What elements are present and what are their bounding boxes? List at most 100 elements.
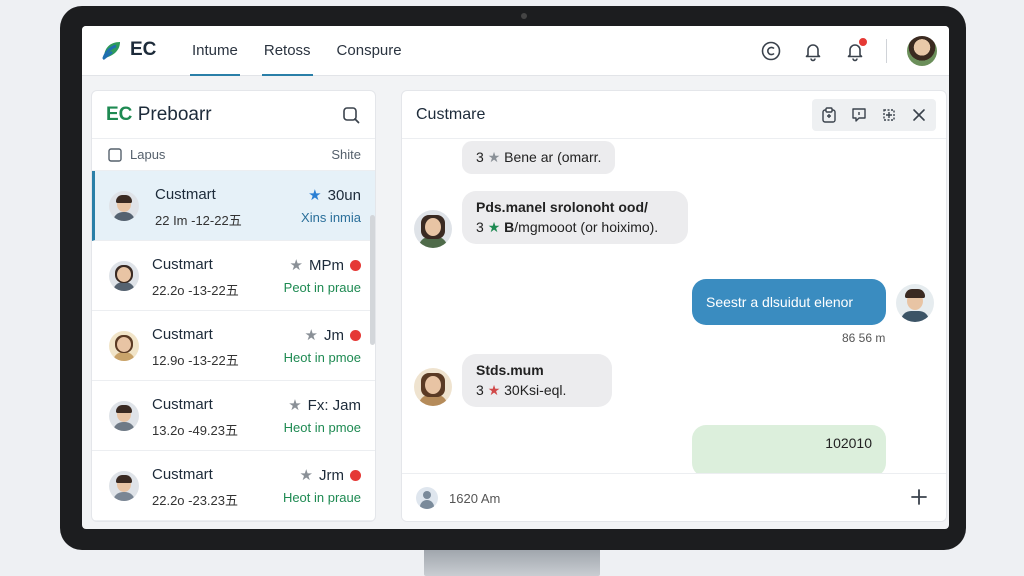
message-time: 86 56 m [842,331,886,345]
item-meta: ★ Jrm [300,466,361,484]
list-item[interactable]: Custmart 22.2o -13-22五 ★ MPm Peot in pra… [92,241,375,311]
avatar [109,331,139,361]
expand-icon[interactable] [880,106,898,124]
item-meta-text: Fx: Jam [307,396,361,414]
chat-header: Custmare [402,91,946,139]
item-date: 22.2o -13-22五 [152,283,239,298]
item-date: 22 Im -12-22五 [155,213,242,228]
message-count: 3 [476,382,484,398]
star-icon: ★ [304,327,318,344]
list-title: EC Preboarr [106,104,212,126]
filter-label: Lapus [130,147,166,162]
filter-checkbox[interactable]: Lapus [108,147,165,162]
message-bold: B [504,219,515,235]
tab-intume[interactable]: Intume [190,26,240,76]
chat-panel: Custmare 3 ★ Bene ar (omarr. Pds.manel s… [401,90,947,522]
monitor-camera [521,13,527,19]
item-name: Custmart [152,256,213,273]
message-text: Stds.mum [476,362,544,378]
notification-badge [858,37,868,47]
list-item[interactable]: Custmart 13.2o -49.23五 ★ Fx: Jam Heot in… [92,381,375,451]
sender-avatar [414,368,452,406]
message-text: Pds.manel srolonoht ood/ [476,199,648,215]
tab-retoss[interactable]: Retoss [261,26,313,76]
clipboard-icon[interactable] [820,106,838,124]
item-meta: ★ 30un [308,186,361,205]
unread-dot [350,469,361,481]
leaf-logo-icon [102,42,120,60]
message-count: 3 [476,219,484,235]
item-meta-text: MPm [309,256,344,274]
comment-icon[interactable] [850,106,868,124]
plus-icon[interactable] [908,486,930,508]
avatar [109,471,139,501]
item-status: Heot in pmoe [283,350,361,365]
outgoing-message-bubble: 102010 [692,425,886,477]
unread-dot [350,259,361,271]
monitor-stand-base [424,546,600,576]
tab-conspure[interactable]: Conspure [337,26,402,76]
item-status: Xins inmia [301,210,361,225]
chat-title: Custmare [416,106,486,123]
item-status: Heot in praue [282,490,361,505]
item-name: Custmart [152,466,213,483]
outgoing-message-bubble: Seestr a dlsuidut elenor [692,279,886,325]
footer-avatar [416,487,438,509]
item-date: 12.9o -13-22五 [152,353,239,368]
copyright-icon[interactable] [760,40,782,62]
star-icon: ★ [487,382,501,398]
message-subtext: /mgmooot (or hoiximo). [514,219,659,235]
avatar [109,261,139,291]
avatar [109,401,139,431]
user-avatar[interactable] [907,36,937,66]
chat-toolbar [812,99,936,131]
item-meta: ★ Jm [305,326,361,344]
chat-footer: 1620 Am [402,473,946,521]
sender-avatar [414,210,452,248]
list-item[interactable]: Custmart 22.2o -23.23五 ★ Jrm Heot in pra… [92,451,375,521]
message-line2: 3 ★ B/mgmooot (or hoiximo). [476,219,674,236]
search-icon[interactable] [341,105,361,125]
toolbar-divider [886,39,887,63]
logo-text: EC [130,39,157,60]
item-meta-text: 30un [327,186,361,204]
item-date: 22.2o -23.23五 [152,493,239,508]
message-count: 3 [476,149,484,165]
list-title-text: Preboarr [137,104,212,125]
list-item[interactable]: Custmart 22 Im -12-22五 ★ 30un Xins inmia [92,171,375,241]
close-icon[interactable] [910,106,928,124]
list-item[interactable]: Custmart 12.9o -13-22五 ★ Jm Heot in pmoe [92,311,375,381]
checkbox-icon [108,147,122,162]
conversation-list-panel: EC Preboarr Lapus Shite Custmart 22 Im -… [91,90,376,522]
unread-dot [350,329,361,341]
item-name: Custmart [152,326,213,343]
star-icon: ★ [487,149,501,165]
sender-avatar [896,284,934,322]
notifications-button[interactable] [844,37,868,62]
main-nav: Intume Retoss Conspure [190,26,402,76]
list-header: EC Preboarr [92,91,375,139]
star-icon: ★ [299,467,313,484]
top-icons [760,36,937,66]
bell-icon[interactable] [802,40,824,62]
item-name: Custmart [155,186,216,203]
message-text: Bene ar (omarr. [504,149,602,165]
list-title-brand: EC [106,104,133,125]
item-meta: ★ MPm [290,256,361,274]
list-scrollbar[interactable] [370,215,375,345]
item-meta-text: Jm [324,326,344,344]
message-text: Seestr a dlsuidut elenor [706,294,854,310]
item-meta-text: Jrm [319,466,344,484]
app-screen: EC Intume Retoss Conspure EC Preboarr La… [82,26,949,529]
top-bar: EC Intume Retoss Conspure [82,26,949,76]
message-line2: 3 ★ 30Ksi-eql. [476,382,598,399]
item-name: Custmart [152,396,213,413]
app-logo[interactable]: EC [100,38,156,62]
item-meta: ★ Fx: Jam [288,396,361,415]
filter-row: Lapus Shite [92,139,375,171]
sort-toggle[interactable]: Shite [331,147,361,162]
item-date: 13.2o -49.23五 [152,423,239,438]
item-status: Heot in pmoe [283,420,361,435]
message-bubble: Stds.mum 3 ★ 30Ksi-eql. [462,354,612,407]
conversation-list: Custmart 22 Im -12-22五 ★ 30un Xins inmia… [92,171,375,521]
